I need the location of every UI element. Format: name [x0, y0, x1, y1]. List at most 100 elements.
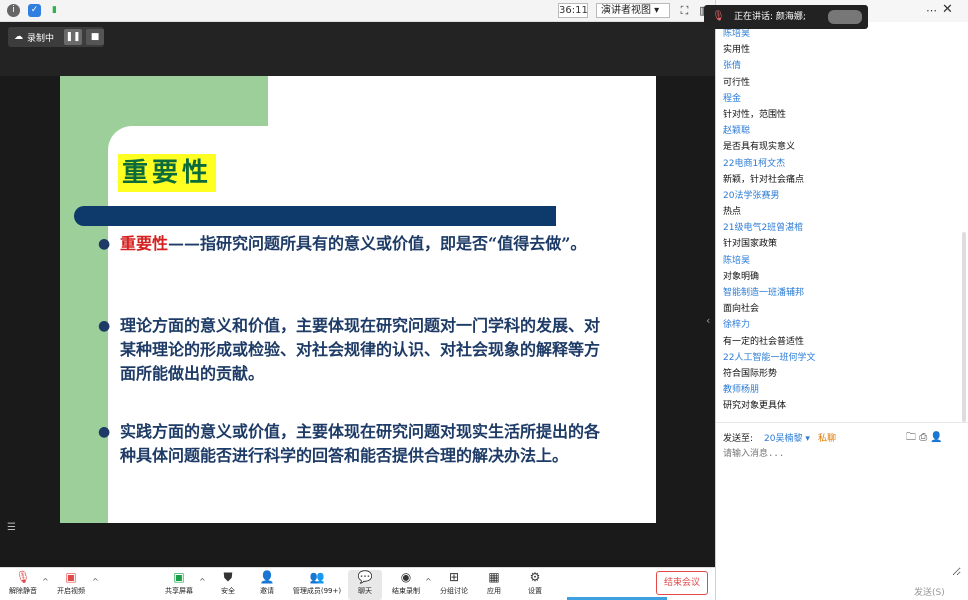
bullet-icon: ● — [98, 318, 111, 334]
chat-message-text: 是否具有现实意义 — [723, 142, 796, 153]
chat-message-text: 面向社会 — [723, 304, 760, 315]
bullet-icon: ● — [98, 236, 111, 252]
chat-sender-name[interactable]: 教师杨朋 — [723, 382, 963, 398]
chat-message-text: 有一定的社会普适性 — [723, 336, 805, 347]
slide-list-icon[interactable]: ☰ — [7, 522, 19, 534]
record-icon: ◉ — [400, 570, 412, 584]
camera-off-icon: ▣ — [65, 570, 77, 584]
mic-icon: 🎙 — [712, 11, 725, 22]
start-video-label: 开启视频 — [57, 587, 85, 595]
chat-sender-name[interactable]: 程金 — [723, 91, 963, 107]
chat-sender-name[interactable]: 智能制造一班潘辅邦 — [723, 285, 963, 301]
settings-label: 设置 — [528, 587, 542, 595]
collapse-panel-icon[interactable]: ‹ — [706, 314, 710, 327]
speaker-avatar — [828, 10, 862, 24]
recording-label: 录制中 — [27, 33, 55, 44]
chevron-up-icon[interactable]: ^ — [199, 577, 206, 586]
members-icon: 👥 — [309, 570, 325, 584]
start-video-button[interactable]: ▣ 开启视频 — [54, 570, 88, 600]
chat-sender-name[interactable]: 赵颖聪 — [723, 123, 963, 139]
chat-sender-name[interactable]: 21级电气2班曾湛棺 — [723, 220, 963, 236]
meeting-window: i ✓ ▮ 36:11 演讲者视图 ▾ ⛶ ▥ ☁ 录制中 ❚❚ ■ 重要性 ●… — [0, 0, 968, 600]
bullet-text: 实践方面的意义或价值，主要体现在研究问题对现实生活所提出的各种具体问题能否进行科… — [120, 422, 601, 465]
cloud-icon: ☁ — [14, 32, 23, 42]
manage-members-label: 管理成员(99+) — [292, 587, 342, 595]
presentation-slide: 重要性 ● 重要性——指研究问题所具有的意义或价值，即是否“值得去做”。 ● 理… — [60, 76, 656, 523]
fullscreen-icon[interactable]: ⛶ — [678, 4, 691, 17]
chat-sender-name[interactable]: 徐梓力 — [723, 317, 963, 333]
speaking-text: 正在讲话: 颜海娜; — [734, 12, 806, 22]
chat-tools: 🗀 ⎙ 👤 — [906, 430, 943, 447]
add-user-icon: 👤 — [259, 570, 275, 584]
end-recording-button[interactable]: ◉ 结束录制 — [390, 570, 422, 600]
pause-recording-button[interactable]: ❚❚ — [64, 29, 82, 45]
chat-message-text: 对象明确 — [723, 271, 760, 282]
top-bar: i ✓ ▮ 36:11 演讲者视图 ▾ ⛶ ▥ — [0, 0, 715, 22]
send-to-label: 发送至: — [723, 434, 754, 444]
chat-sender-name[interactable]: 20法学张赛男 — [723, 188, 963, 204]
settings-button[interactable]: ⚙ 设置 — [522, 570, 548, 600]
end-recording-label: 结束录制 — [392, 587, 420, 595]
bullet-text: ——指研究问题所具有的意义或价值，即是否“值得去做”。 — [168, 234, 587, 253]
chat-sender-name[interactable]: 22电商1柯文杰 — [723, 156, 963, 172]
shield-icon[interactable]: ✓ — [28, 4, 41, 17]
chevron-up-icon[interactable]: ^ — [92, 577, 99, 586]
security-button[interactable]: ⛊ 安全 — [214, 570, 242, 600]
apps-button[interactable]: ▦ 应用 — [481, 570, 507, 600]
apps-icon: ▦ — [488, 570, 500, 584]
speaking-indicator: 🎙 正在讲话: 颜海娜; — [704, 5, 868, 29]
meeting-timer: 36:11 — [558, 3, 588, 18]
chat-message-text: 热点 — [723, 207, 742, 218]
chat-message-input[interactable] — [723, 446, 961, 576]
slide-title-bar — [74, 206, 556, 226]
chat-scrollbar[interactable] — [962, 232, 966, 422]
chat-label: 聊天 — [358, 587, 372, 595]
recipient-select[interactable]: 20吴楠黎 ▾ — [764, 431, 810, 444]
chat-message-text: 新颖，针对社会痛点 — [723, 174, 805, 185]
bullet-icon: ● — [98, 424, 111, 440]
chat-message-text: 可行性 — [723, 77, 751, 88]
chevron-up-icon[interactable]: ^ — [42, 577, 49, 586]
private-chat-label[interactable]: 私聊 — [818, 431, 836, 444]
breakout-button[interactable]: ⊞ 分组讨论 — [438, 570, 470, 600]
mic-muted-icon: 🎙 — [15, 570, 31, 584]
info-icon[interactable]: i — [7, 4, 20, 17]
more-options-icon[interactable]: ⋯ — [926, 4, 937, 17]
bullet-highlight: 重要性 — [120, 234, 169, 253]
breakout-label: 分组讨论 — [440, 587, 468, 595]
invite-button[interactable]: 👤 邀请 — [252, 570, 282, 600]
screenshot-icon[interactable]: ⎙ — [919, 432, 927, 443]
chat-sender-name[interactable]: 22人工智能一班何学文 — [723, 350, 963, 366]
user-mention-icon[interactable]: 👤 — [930, 432, 942, 443]
share-screen-button[interactable]: ▣ 共享屏幕 — [162, 570, 196, 600]
slide-title: 重要性 — [118, 154, 217, 192]
slide-bullet: ● 实践方面的意义或价值，主要体现在研究问题对现实生活所提出的各种具体问题能否进… — [98, 420, 601, 468]
signal-icon[interactable]: ▮ — [48, 4, 61, 17]
invite-label: 邀请 — [260, 587, 274, 595]
chat-panel: ⋯ ✕ 陈培昊 实用性 张倩 可行性 程金 针对性，范围性 赵颖聪 是否具有现实意义 22电商1… — [715, 0, 968, 600]
meeting-toolbar: 🎙 解除静音 ^ ▣ 开启视频 ^ ▣ 共享屏幕 ^ ⛊ 安全 👤 邀请 👥 管… — [0, 567, 715, 600]
gear-icon: ⚙ — [529, 570, 541, 584]
unmute-button[interactable]: 🎙 解除静音 — [6, 570, 40, 600]
slide-bullet: ● 理论方面的意义和价值，主要体现在研究问题对一门学科的发展、对某种理论的形成或… — [98, 314, 600, 386]
close-icon[interactable]: ✕ — [942, 2, 953, 17]
chat-button[interactable]: 💬 聊天 — [348, 570, 382, 600]
end-meeting-button[interactable]: 结束会议 — [656, 571, 708, 595]
chevron-up-icon[interactable]: ^ — [425, 577, 432, 586]
share-screen-label: 共享屏幕 — [165, 587, 193, 595]
slide-bullet: ● 重要性——指研究问题所具有的意义或价值，即是否“值得去做”。 — [98, 232, 600, 256]
stop-recording-button[interactable]: ■ — [86, 29, 104, 45]
manage-members-button[interactable]: 👥 管理成员(99+) — [290, 570, 344, 600]
file-icon[interactable]: 🗀 — [906, 432, 916, 443]
chat-message-list: 陈培昊 实用性 张倩 可行性 程金 针对性，范围性 赵颖聪 是否具有现实意义 22电商1柯文杰新… — [723, 26, 963, 415]
shared-screen-area: ☁ 录制中 ❚❚ ■ 重要性 ● 重要性——指研究问题所具有的意义或价值，即是否… — [0, 22, 715, 567]
chat-message-text: 针对性，范围性 — [723, 109, 787, 120]
view-mode-button[interactable]: 演讲者视图 ▾ — [596, 3, 670, 18]
shield-icon: ⛊ — [223, 570, 233, 584]
recording-indicator: ☁ 录制中 ❚❚ ■ — [8, 27, 104, 47]
chat-message-text: 符合国际形势 — [723, 368, 778, 379]
send-button[interactable]: 发送(S) — [914, 585, 945, 598]
chat-sender-name[interactable]: 陈培昊 — [723, 253, 963, 269]
chat-icon: 💬 — [357, 570, 373, 584]
chat-sender-name[interactable]: 张倩 — [723, 58, 963, 74]
